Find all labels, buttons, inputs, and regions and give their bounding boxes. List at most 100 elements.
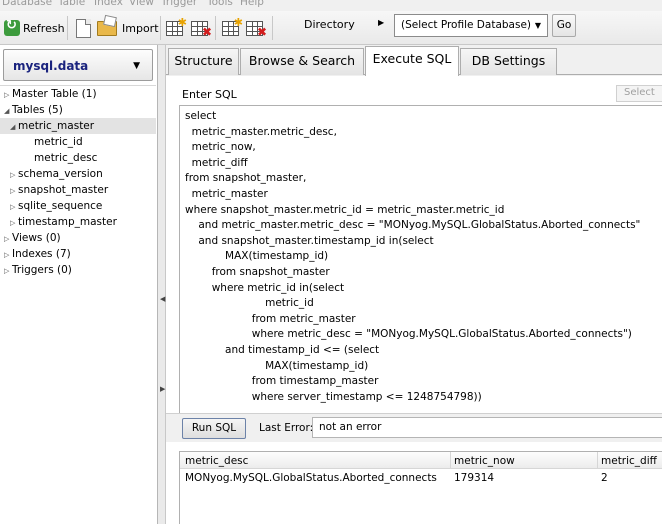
panel-splitter[interactable]: ◀ ▶ bbox=[158, 45, 166, 524]
directory-arrow-icon[interactable]: ▶ bbox=[378, 18, 384, 27]
run-sql-button[interactable]: Run SQL bbox=[182, 418, 246, 439]
triangle-down-icon[interactable]: ◢ bbox=[10, 119, 18, 135]
tree-node-label: Tables (5) bbox=[12, 104, 63, 116]
column-header-metric-desc[interactable]: metric_desc bbox=[185, 455, 248, 467]
results-grid[interactable]: metric_desc metric_now metric_diff MONyo… bbox=[179, 451, 662, 524]
cell-metric-diff: 2 bbox=[601, 472, 608, 484]
chevron-down-icon: ▼ bbox=[133, 61, 140, 71]
sql-line: metric_now, bbox=[185, 141, 256, 154]
tree-node[interactable]: ▷ schema_version bbox=[0, 166, 156, 182]
sql-line: metric_id bbox=[185, 297, 314, 310]
toolbar-separator bbox=[215, 16, 216, 40]
refresh-icon bbox=[4, 18, 20, 36]
triangle-right-icon[interactable]: ▷ bbox=[10, 215, 18, 231]
tree-node[interactable]: ▷ Triggers (0) bbox=[0, 262, 156, 278]
profile-database-select[interactable]: (Select Profile Database) ▼ bbox=[394, 14, 548, 37]
tree-node[interactable]: ▷ sqlite_sequence bbox=[0, 198, 156, 214]
delete-index-icon: ✖ bbox=[246, 20, 267, 39]
sql-line: and metric_master.metric_desc = "MONyog.… bbox=[185, 219, 641, 232]
tree-node[interactable]: metric_desc bbox=[0, 150, 156, 166]
menu-table[interactable]: Table bbox=[58, 0, 85, 8]
triangle-right-icon[interactable]: ▷ bbox=[4, 263, 12, 279]
tree-node[interactable]: ▷ Master Table (1) bbox=[0, 86, 156, 102]
menu-database[interactable]: Database bbox=[2, 0, 52, 8]
column-header-metric-now[interactable]: metric_now bbox=[454, 455, 515, 467]
profile-database-value: (Select Profile Database) bbox=[401, 19, 532, 31]
tree-node-label: Triggers (0) bbox=[12, 264, 72, 276]
toolbar-separator bbox=[160, 16, 161, 40]
tree-node-label: schema_version bbox=[18, 168, 103, 180]
refresh-button[interactable]: Refresh bbox=[4, 16, 65, 40]
tree-node-label: Indexes (7) bbox=[12, 248, 71, 260]
sql-line: from metric_master bbox=[185, 312, 356, 325]
delete-table-button[interactable]: ✖ bbox=[191, 16, 212, 40]
new-database-button[interactable] bbox=[76, 16, 91, 40]
tree-node[interactable]: metric_id bbox=[0, 134, 156, 150]
database-name: mysql.data bbox=[13, 59, 89, 73]
new-document-icon bbox=[76, 18, 91, 38]
triangle-right-icon[interactable]: ▷ bbox=[4, 231, 12, 247]
create-table-button[interactable]: ✱ bbox=[166, 16, 187, 40]
column-header-metric-diff[interactable]: metric_diff bbox=[601, 455, 657, 467]
tree-node[interactable]: ▷ Indexes (7) bbox=[0, 246, 156, 262]
sql-line: where metric_id in(select bbox=[185, 281, 345, 294]
tree-node-label: sqlite_sequence bbox=[18, 200, 103, 212]
cell-metric-now: 179314 bbox=[454, 472, 495, 484]
menu-tools[interactable]: Tools bbox=[207, 0, 233, 8]
tree-node[interactable]: ▷ timestamp_master bbox=[0, 214, 156, 230]
schema-tree: ▷ Master Table (1) ◢ Tables (5) ◢ metric_mast… bbox=[0, 85, 156, 276]
sql-line: from snapshot_master bbox=[185, 266, 330, 278]
triangle-right-icon[interactable]: ▷ bbox=[10, 167, 18, 183]
triangle-right-icon[interactable]: ▷ bbox=[4, 247, 12, 263]
menu-help[interactable]: Help bbox=[240, 0, 264, 8]
column-divider[interactable] bbox=[597, 452, 598, 469]
triangle-right-icon[interactable]: ▷ bbox=[10, 199, 18, 215]
tree-node[interactable]: ▷ Views (0) bbox=[0, 230, 156, 246]
tab-db-settings[interactable]: DB Settings bbox=[460, 48, 557, 75]
triangle-right-icon[interactable]: ▷ bbox=[10, 183, 18, 199]
column-divider[interactable] bbox=[450, 452, 451, 469]
sql-line: where snapshot_master.metric_id = metric… bbox=[185, 203, 505, 216]
sql-line: metric_diff bbox=[185, 156, 248, 169]
collapse-right-icon[interactable]: ▶ bbox=[160, 385, 165, 393]
toolbar-separator bbox=[67, 16, 68, 40]
delete-index-button[interactable]: ✖ bbox=[246, 16, 267, 40]
directory-button[interactable]: Directory bbox=[304, 18, 355, 31]
sql-line: and timestamp_id <= (select bbox=[185, 344, 380, 356]
triangle-down-icon[interactable]: ◢ bbox=[4, 103, 12, 119]
menu-index[interactable]: Index bbox=[94, 0, 123, 8]
last-error-field[interactable]: not an error bbox=[312, 417, 662, 438]
results-header: metric_desc metric_now metric_diff bbox=[180, 452, 662, 469]
sql-line: metric_master bbox=[185, 188, 268, 200]
sql-line: from snapshot_master, bbox=[185, 172, 307, 185]
import-label: Import bbox=[122, 21, 159, 35]
sql-editor[interactable]: select metric_master.metric_desc, metric… bbox=[179, 105, 662, 413]
sql-line: where metric_desc = "MONyog.MySQL.Global… bbox=[185, 328, 632, 341]
sql-line: from timestamp_master bbox=[185, 375, 379, 388]
import-button[interactable]: Import bbox=[97, 16, 159, 40]
triangle-right-icon[interactable]: ▷ bbox=[4, 87, 12, 103]
menu-trigger[interactable]: Trigger bbox=[161, 0, 197, 8]
tree-node-label: metric_id bbox=[34, 136, 83, 148]
go-button[interactable]: Go bbox=[552, 14, 576, 37]
enter-sql-label: Enter SQL bbox=[182, 88, 237, 101]
tree-node[interactable]: ▷ snapshot_master bbox=[0, 182, 156, 198]
tree-node[interactable]: ◢ metric_master bbox=[0, 118, 156, 134]
tab-bar: Structure Browse & Search Execute SQL DB… bbox=[166, 45, 662, 76]
sql-line: and snapshot_master.timestamp_id in(sele… bbox=[185, 234, 434, 247]
sql-line: MAX(timestamp_id) bbox=[185, 250, 329, 263]
run-sql-label: Run SQL bbox=[191, 422, 237, 434]
tree-node-label: Master Table (1) bbox=[12, 88, 97, 100]
tab-structure[interactable]: Structure bbox=[168, 48, 239, 75]
tree-node-label: timestamp_master bbox=[18, 216, 117, 228]
create-table-icon: ✱ bbox=[166, 16, 187, 36]
tab-browse-search[interactable]: Browse & Search bbox=[240, 48, 364, 75]
tree-node[interactable]: ◢ Tables (5) bbox=[0, 102, 156, 118]
collapse-left-icon[interactable]: ◀ bbox=[160, 295, 165, 303]
create-index-button[interactable]: ✱ bbox=[222, 16, 243, 40]
menu-view[interactable]: View bbox=[129, 0, 154, 8]
tree-node-label: metric_master bbox=[18, 120, 95, 132]
tab-execute-sql[interactable]: Execute SQL bbox=[365, 46, 459, 76]
database-select[interactable]: mysql.data ▼ bbox=[3, 49, 153, 81]
select-button[interactable]: Select bbox=[616, 85, 662, 102]
